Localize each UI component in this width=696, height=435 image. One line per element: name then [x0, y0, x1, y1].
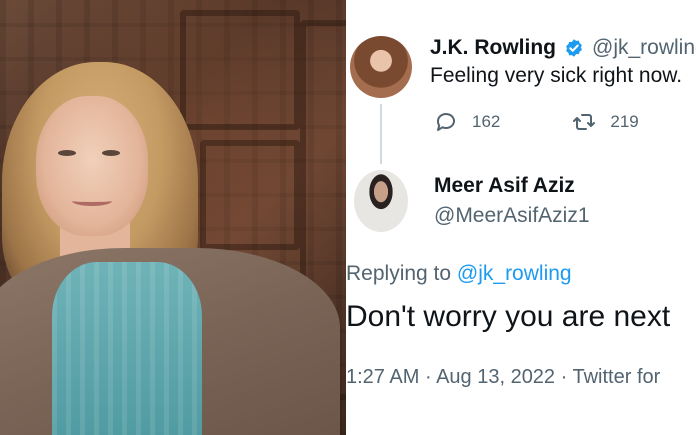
- portrait-eye: [58, 150, 76, 156]
- tweet-thread-screenshot: J.K. Rowling @jk_rowling Feeling very si…: [346, 0, 696, 435]
- retweet-button[interactable]: 219: [572, 110, 639, 134]
- reply-tweet-text: Don't worry you are next: [346, 300, 671, 333]
- replying-to-label: Replying to: [346, 262, 457, 285]
- retweet-icon: [573, 114, 596, 130]
- portrait-eye: [102, 150, 120, 156]
- reply-bubble-icon: [436, 113, 455, 131]
- reply-author-name[interactable]: Meer Asif Aziz: [434, 174, 575, 198]
- reply-time[interactable]: 1:27 AM: [346, 366, 419, 388]
- portrait-photo: [0, 0, 346, 435]
- reply-author-handle[interactable]: @MeerAsifAziz1: [434, 204, 590, 228]
- reply-count: 162: [472, 112, 501, 131]
- reply-button[interactable]: 162: [434, 110, 500, 134]
- portrait-smile: [72, 196, 112, 206]
- replying-to-mention-link[interactable]: @jk_rowling: [457, 262, 572, 285]
- jk-rowling-avatar[interactable]: [350, 36, 412, 98]
- portrait-face: [36, 96, 148, 236]
- replying-to-line: Replying to @jk_rowling: [346, 262, 572, 286]
- thread-connector-line: [380, 104, 382, 164]
- meer-asif-aziz-avatar[interactable]: [354, 170, 408, 232]
- tweet-action-bar: 162 219: [434, 110, 639, 134]
- original-author-handle[interactable]: @jk_rowling: [592, 36, 696, 60]
- reply-date[interactable]: Aug 13, 2022: [436, 366, 555, 388]
- original-author-name[interactable]: J.K. Rowling: [430, 36, 556, 60]
- background-door-carving: [180, 10, 300, 130]
- reply-source[interactable]: Twitter for: [572, 366, 660, 388]
- original-tweet-header: J.K. Rowling @jk_rowling: [430, 36, 696, 60]
- reply-timestamp-line: 1:27 AM · Aug 13, 2022 · Twitter for: [346, 366, 661, 388]
- background-door-carving: [200, 140, 300, 250]
- verified-badge-icon: [564, 38, 584, 58]
- retweet-count: 219: [610, 112, 639, 131]
- original-tweet-text: Feeling very sick right now.: [430, 64, 683, 87]
- portrait-sweater: [52, 262, 202, 435]
